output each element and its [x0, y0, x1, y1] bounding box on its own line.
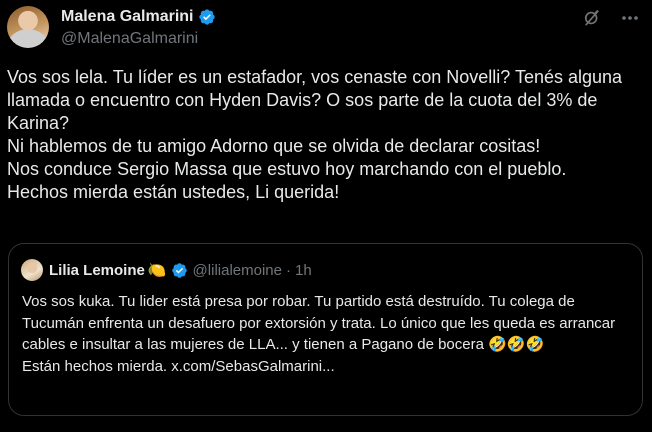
- quoted-tweet-text: Vos sos kuka. Tu lider está presa por ro…: [22, 293, 616, 375]
- tweet: Malena Galmarini @MalenaGalmarini Vos so…: [0, 0, 652, 432]
- verified-badge-icon: [171, 262, 187, 278]
- lemon-emoji: 🍋: [147, 262, 167, 279]
- quoted-author-name[interactable]: Lilia Lemoine: [49, 262, 145, 279]
- verified-badge-icon: [198, 9, 215, 25]
- more-icon[interactable]: [620, 8, 640, 28]
- tweet-top-actions: [582, 8, 640, 28]
- quoted-author-handle[interactable]: @lilialemoine: [193, 262, 282, 279]
- grok-icon[interactable]: [582, 8, 602, 28]
- tweet-body-text: Vos sos lela. Tu líder es un estafador, …: [7, 67, 623, 202]
- author-avatar[interactable]: [7, 6, 49, 48]
- author-block: Malena Galmarini @MalenaGalmarini: [61, 6, 216, 48]
- quoted-tweet-header: Lilia Lemoine 🍋 @lilialemoine · 1h: [21, 259, 312, 281]
- author-display-name[interactable]: Malena Galmarini: [61, 8, 194, 26]
- quoted-timestamp[interactable]: 1h: [295, 262, 312, 279]
- quoted-author-avatar[interactable]: [21, 259, 43, 281]
- separator-dot: ·: [285, 261, 291, 279]
- author-handle[interactable]: @MalenaGalmarini: [61, 30, 216, 48]
- quoted-tweet-card[interactable]: Lilia Lemoine 🍋 @lilialemoine · 1h Vos s…: [8, 243, 643, 416]
